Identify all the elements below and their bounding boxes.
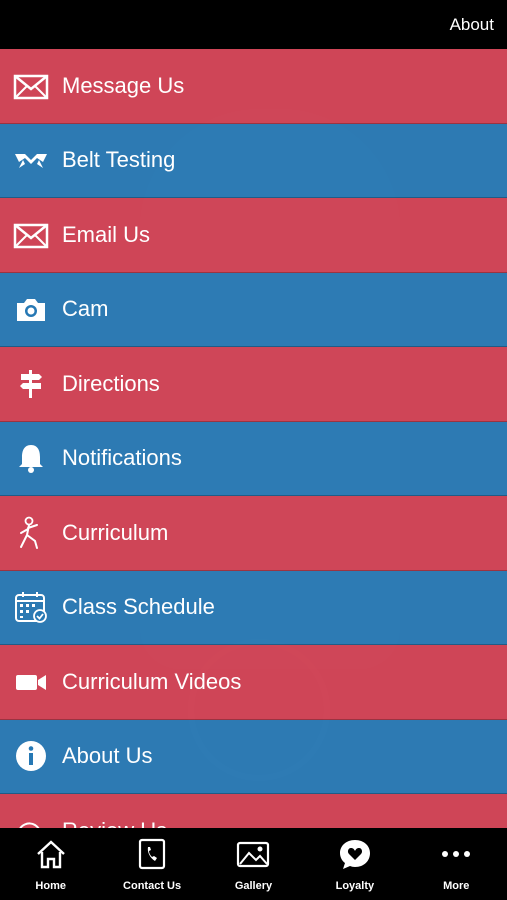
menu-item-label: About Us [62, 743, 153, 769]
menu-item-belt-testing[interactable]: Belt Testing [0, 123, 507, 198]
tab-home[interactable]: Home [11, 837, 91, 892]
home-icon [34, 837, 68, 876]
menu-item-curriculum[interactable]: Curriculum [0, 496, 507, 571]
menu-item-directions[interactable]: Directions [0, 347, 507, 422]
tab-label: Contact Us [123, 879, 182, 892]
menu-item-cam[interactable]: Cam [0, 272, 507, 347]
phone-icon [135, 837, 169, 876]
menu-item-label: Cam [62, 296, 109, 322]
menu-item-label: Message Us [62, 72, 185, 98]
bell-icon [12, 439, 50, 477]
menu-item-label: Curriculum [62, 519, 169, 545]
menu-item-label: Review Us [62, 818, 167, 828]
belt-icon [12, 141, 50, 179]
menu-item-notifications[interactable]: Notifications [0, 421, 507, 496]
tab-label: Home [35, 879, 66, 892]
more-dots-icon [439, 837, 473, 876]
tab-gallery[interactable]: Gallery [213, 837, 293, 892]
menu-item-label: Belt Testing [62, 147, 176, 173]
menu-item-about-us[interactable]: About Us [0, 719, 507, 794]
tab-label: More [443, 879, 470, 892]
about-link[interactable]: About [450, 15, 494, 35]
envelope-icon [12, 67, 50, 105]
calendar-icon [12, 588, 50, 626]
menu-item-label: Class Schedule [62, 594, 215, 620]
signpost-icon [12, 365, 50, 403]
gallery-icon [236, 837, 270, 876]
top-bar: About [0, 0, 507, 49]
video-camera-icon [12, 663, 50, 701]
bottom-tab-bar: Home Contact Us Gallery Loyalty More [0, 828, 507, 900]
karate-figure-icon [12, 514, 50, 552]
tab-label: Gallery [234, 879, 273, 892]
menu-item-label: Notifications [62, 445, 182, 471]
menu-item-label: Curriculum Videos [62, 668, 242, 694]
envelope-icon [12, 216, 50, 254]
menu-list: Message Us Belt Testing Email Us Cam Dir… [0, 49, 507, 828]
menu-item-class-schedule[interactable]: Class Schedule [0, 570, 507, 645]
info-icon [12, 737, 50, 775]
menu-item-label: Directions [62, 370, 160, 396]
menu-item-label: Email Us [62, 221, 151, 247]
camera-icon [12, 290, 50, 328]
menu-item-message-us[interactable]: Message Us [0, 49, 507, 124]
menu-item-curriculum-videos[interactable]: Curriculum Videos [0, 645, 507, 720]
tab-more[interactable]: More [416, 837, 496, 892]
review-icon [12, 812, 50, 828]
menu-item-email-us[interactable]: Email Us [0, 198, 507, 273]
tab-label: Loyalty [335, 879, 375, 892]
menu-item-review-us[interactable]: Review Us [0, 794, 507, 828]
tab-contact-us[interactable]: Contact Us [112, 837, 192, 892]
tab-loyalty[interactable]: Loyalty [315, 837, 395, 892]
heart-bubble-icon [338, 837, 372, 876]
